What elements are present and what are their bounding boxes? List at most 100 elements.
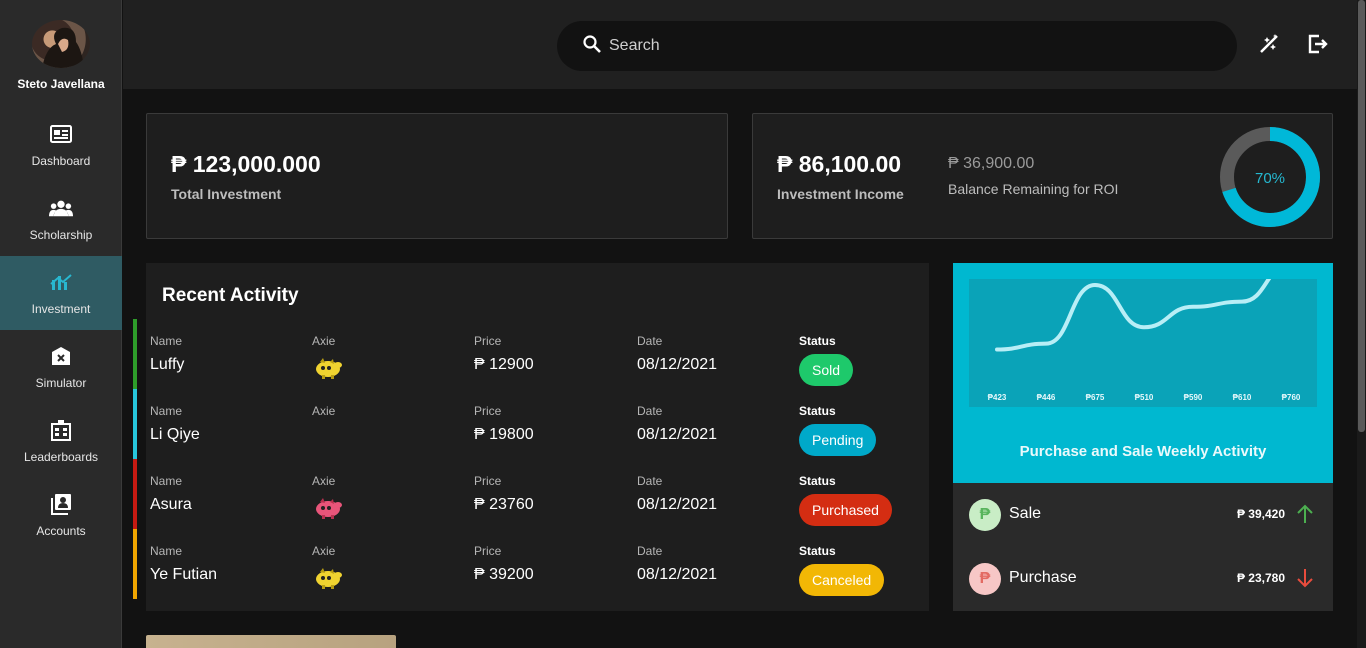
activity-axie-header: Axie (312, 334, 336, 348)
sale-purchase-summary: ₱ Sale ₱ 39,420 ₱ Purchase ₱ 23,780 (953, 483, 1333, 611)
activity-name-cell: Name Asura (150, 474, 192, 514)
data-point (1143, 326, 1145, 328)
avatar[interactable] (32, 20, 90, 68)
activity-name-cell: Name Li Qiye (150, 404, 200, 444)
activity-date-header: Date (637, 404, 663, 418)
activity-row[interactable]: Name Li Qiye Axie Price ₱ 19800 Date 08/12/202… (133, 389, 929, 459)
data-point (1241, 301, 1243, 303)
search-bar[interactable] (557, 21, 1237, 71)
investment-income-card: ₱ 86,100.00 Investment Income ₱ 36,900.0… (752, 113, 1333, 239)
page-scrollbar[interactable] (1357, 0, 1366, 648)
weekly-chart: ₱423 ₱446 ₱675 ₱510 ₱590 ₱610 ₱760 (969, 261, 1317, 407)
series-line (995, 261, 1293, 352)
activity-status-header: Status (799, 334, 836, 348)
weekly-chart-title: Purchase and Sale Weekly Activity (1019, 443, 1267, 460)
activity-date-header: Date (637, 334, 663, 348)
total-investment-amount: ₱ 123,000.000 (171, 151, 321, 177)
activity-price-value: ₱ 12900 (474, 356, 534, 373)
nav-item-leaderboards[interactable]: Leaderboards (0, 404, 122, 478)
status-badge: Canceled (799, 564, 885, 596)
activity-status-cell: Status Pending (799, 404, 877, 456)
x-tick-label: ₱590 (1184, 393, 1203, 402)
nav-item-scholarship[interactable]: Scholarship (0, 182, 122, 256)
roi-donut: 70% (1220, 127, 1320, 227)
activity-row[interactable]: Name Luffy Axie Price ₱ 12900 Date 08/12/2021 S… (133, 319, 929, 389)
arrow-down-icon (1297, 569, 1313, 588)
nav-label: Dashboard (31, 154, 91, 168)
recent-activity-panel: Recent Activity Name Luffy Axie Price ₱ 1290… (133, 263, 929, 611)
activity-axie-header: Axie (312, 474, 336, 488)
activity-price-cell: Price ₱ 19800 (474, 404, 534, 444)
nav-label: Investment (31, 302, 91, 316)
activity-date-value: 08/12/2021 (637, 356, 718, 373)
investment-income-amount: ₱ 86,100.00 (777, 151, 902, 177)
activity-price-cell: Price ₱ 39200 (474, 544, 534, 584)
data-point (996, 349, 998, 351)
activity-name-header: Name (150, 404, 183, 418)
roi-percent-text: 70% (1255, 170, 1285, 187)
logout-icon[interactable] (1306, 32, 1330, 56)
activity-status-header: Status (799, 474, 836, 488)
axie-pink-icon (316, 498, 342, 519)
activity-axie-header: Axie (312, 544, 336, 558)
sale-row: ₱ Sale ₱ 39,420 (953, 483, 1333, 547)
activity-status-cell: Status Sold (799, 334, 854, 386)
weekly-chart-svg: ₱423 ₱446 ₱675 ₱510 ₱590 ₱610 ₱760 (988, 261, 1301, 402)
chart-icon (49, 270, 73, 294)
newspaper-icon (49, 122, 73, 146)
investment-income-label: Investment Income (777, 186, 904, 202)
axie-yellow-icon (316, 568, 342, 589)
activity-row[interactable]: Name Asura Axie Price ₱ 23760 Date 08/12/2021 S… (133, 459, 929, 529)
balance-remaining-label: Balance Remaining for ROI (948, 181, 1119, 197)
activity-date-cell: Date 08/12/2021 (637, 334, 717, 374)
activity-name-value: Asura (150, 496, 192, 513)
contacts-icon (49, 492, 73, 516)
x-tick-label: ₱760 (1282, 393, 1301, 402)
calculator-icon (49, 344, 73, 368)
activity-name-value: Li Qiye (150, 426, 200, 443)
nav-item-dashboard[interactable]: Dashboard (0, 108, 122, 182)
peso-sale-icon: ₱ (969, 499, 1001, 531)
nav-item-accounts[interactable]: Accounts (0, 478, 122, 552)
nav-item-investment[interactable]: Investment (0, 256, 122, 330)
weekly-activity-card: ₱423 ₱446 ₱675 ₱510 ₱590 ₱610 ₱760 Purchase an… (953, 261, 1333, 483)
arrow-up-icon (1297, 504, 1313, 523)
activity-name-value: Luffy (150, 356, 185, 373)
purchase-amount: ₱ 23,780 (1236, 571, 1285, 585)
activity-price-value: ₱ 39200 (474, 566, 534, 583)
sale-label: Sale (1009, 505, 1042, 522)
activity-status-header: Status (799, 404, 836, 418)
next-section-image (146, 635, 396, 648)
activity-row[interactable]: Name Ye Futian Axie Price ₱ 39200 Date 08/12/2… (133, 529, 929, 599)
people-icon (49, 196, 73, 220)
sale-amount: ₱ 39,420 (1236, 507, 1285, 521)
status-badge: Purchased (799, 494, 892, 526)
status-color-bar (133, 459, 137, 529)
activity-date-value: 08/12/2021 (637, 496, 718, 513)
activity-name-cell: Name Ye Futian (150, 544, 217, 584)
search-icon (583, 34, 601, 58)
peso-purchase-icon: ₱ (969, 563, 1001, 595)
activity-price-value: ₱ 19800 (474, 426, 534, 443)
x-tick-label: ₱510 (1135, 393, 1154, 402)
x-tick-label: ₱675 (1086, 393, 1105, 402)
search-input[interactable] (609, 37, 1209, 55)
activity-axie-cell: Axie (312, 404, 335, 418)
activity-date-header: Date (637, 544, 663, 558)
nav-item-simulator[interactable]: Simulator (0, 330, 122, 404)
sidebar: Steto Javellana Dashboard Scholarship In… (0, 0, 122, 648)
purchase-row: ₱ Purchase ₱ 23,780 (953, 547, 1333, 611)
theme-toggle-icon[interactable] (1257, 32, 1281, 56)
activity-date-header: Date (637, 474, 663, 488)
activity-axie-cell: Axie (312, 334, 346, 385)
purchase-label: Purchase (1009, 569, 1077, 586)
axie-yellow-icon (316, 358, 342, 379)
x-tick-label: ₱446 (1037, 393, 1056, 402)
data-point (1045, 343, 1047, 345)
activity-price-header: Price (474, 474, 502, 488)
activity-price-value: ₱ 23760 (474, 496, 534, 513)
activity-name-header: Name (150, 474, 183, 488)
scrollbar-thumb[interactable] (1358, 0, 1365, 432)
activity-axie-cell: Axie (312, 544, 346, 595)
x-tick-label: ₱610 (1233, 393, 1252, 402)
